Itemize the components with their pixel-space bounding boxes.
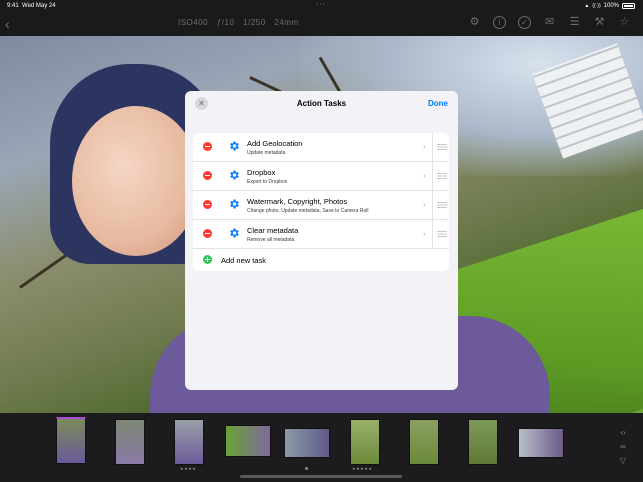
task-name: Dropbox	[247, 168, 276, 177]
status-date: Wed May 24	[22, 3, 56, 9]
settings-icon[interactable]: ⚙	[468, 16, 481, 29]
task-name: Add Geolocation	[247, 139, 303, 148]
multitasking-dots-icon[interactable]: ···	[316, 1, 326, 8]
gear-icon	[230, 170, 239, 180]
exif-info: ISO400 ƒ/10 1/250 24mm	[178, 18, 299, 27]
reorder-handle-icon[interactable]	[437, 202, 447, 208]
toolbar-icons: ⚙ i ✓ ✉ ☰ ⚒ ☆	[468, 16, 631, 29]
status-time: 9:41	[7, 3, 19, 9]
thumbnail[interactable]	[518, 428, 564, 458]
battery-icon	[622, 3, 635, 9]
task-row[interactable]: Watermark, Copyright, Photos Change phot…	[193, 191, 449, 220]
delete-icon[interactable]	[203, 142, 212, 151]
task-subtitle: Change photo, Update metadata, Save to C…	[247, 208, 369, 214]
action-tasks-modal: ✕ Action Tasks Done Add Geolocation Upda…	[185, 91, 458, 390]
mail-icon[interactable]: ✉	[543, 16, 556, 29]
delete-icon[interactable]	[203, 229, 212, 238]
task-subtitle: Remove all metadata	[247, 237, 295, 243]
thumbnail[interactable]	[468, 419, 498, 465]
thumbnail[interactable]	[350, 419, 380, 465]
chevron-left-icon[interactable]: ‹	[5, 16, 10, 32]
reorder-handle-icon[interactable]	[437, 173, 447, 179]
add-icon[interactable]	[203, 255, 212, 264]
gear-icon	[230, 141, 239, 151]
reorder-handle-icon[interactable]	[437, 231, 447, 237]
task-row[interactable]: Add Geolocation Update metadata ›	[193, 133, 449, 162]
thumbnail[interactable]	[115, 419, 145, 465]
thumbnail[interactable]	[174, 419, 204, 465]
task-row[interactable]: Dropbox Export to Dropbox ›	[193, 162, 449, 191]
divider	[432, 191, 433, 219]
filter-icon[interactable]: ▽	[617, 456, 629, 466]
delete-icon[interactable]	[203, 200, 212, 209]
code-icon[interactable]: ‹›	[617, 428, 629, 438]
status-time-date: 9:41 Wed May 24	[7, 3, 56, 9]
gear-icon	[230, 228, 239, 238]
check-icon[interactable]: ✓	[518, 16, 531, 29]
chevron-right-icon: ›	[423, 200, 426, 209]
thumbnail[interactable]	[409, 419, 439, 465]
chevron-right-icon: ›	[423, 229, 426, 238]
add-task-label: Add new task	[221, 256, 267, 265]
modal-title: Action Tasks	[296, 99, 347, 108]
task-row[interactable]: Clear metadata Remove all metadata ›	[193, 220, 449, 249]
delete-icon[interactable]	[203, 171, 212, 180]
sliders-icon[interactable]: ☰	[568, 16, 581, 29]
task-subtitle: Update metadata	[247, 150, 286, 156]
battery-percent: 100%	[603, 3, 619, 9]
thumbnail[interactable]	[284, 428, 330, 458]
gear-icon	[230, 199, 239, 209]
signal-icon: ▲	[584, 3, 590, 9]
top-toolbar: ‹ ISO400 ƒ/10 1/250 24mm ⚙ i ✓ ✉ ☰ ⚒ ☆	[0, 12, 643, 36]
add-task-row[interactable]: Add new task	[193, 249, 449, 271]
divider	[432, 133, 433, 161]
compare-icon[interactable]: ∞	[617, 442, 629, 452]
done-button[interactable]: Done	[428, 99, 448, 108]
filmstrip-side-icons: ‹› ∞ ▽	[617, 428, 629, 466]
chevron-right-icon: ›	[423, 142, 426, 151]
page-indicator-dot	[305, 467, 308, 470]
thumbnail[interactable]	[225, 425, 271, 457]
wrench-icon[interactable]: ⚒	[593, 16, 606, 29]
rating-stars: ★★★★★	[352, 466, 373, 471]
info-icon[interactable]: i	[493, 16, 506, 29]
reorder-handle-icon[interactable]	[437, 144, 447, 150]
task-subtitle: Export to Dropbox	[247, 179, 288, 185]
star-icon[interactable]: ☆	[618, 16, 631, 29]
task-list: Add Geolocation Update metadata › Dropbo…	[193, 133, 449, 271]
wifi-icon: ((·))	[592, 3, 601, 9]
divider	[432, 162, 433, 190]
thumbnail[interactable]	[56, 417, 86, 464]
home-indicator	[240, 475, 402, 478]
divider	[432, 220, 433, 248]
rating-stars: ★★★★	[180, 466, 197, 471]
filmstrip: ★★★★ ★★★★★	[0, 413, 643, 482]
modal-header: ✕ Action Tasks Done	[185, 91, 458, 117]
task-name: Watermark, Copyright, Photos	[247, 197, 348, 206]
chevron-right-icon: ›	[423, 171, 426, 180]
status-right: ▲ ((·)) 100%	[584, 3, 635, 9]
photo-baby-face	[72, 106, 200, 256]
status-bar: 9:41 Wed May 24 ··· ▲ ((·)) 100%	[0, 0, 643, 12]
task-name: Clear metadata	[247, 226, 299, 235]
